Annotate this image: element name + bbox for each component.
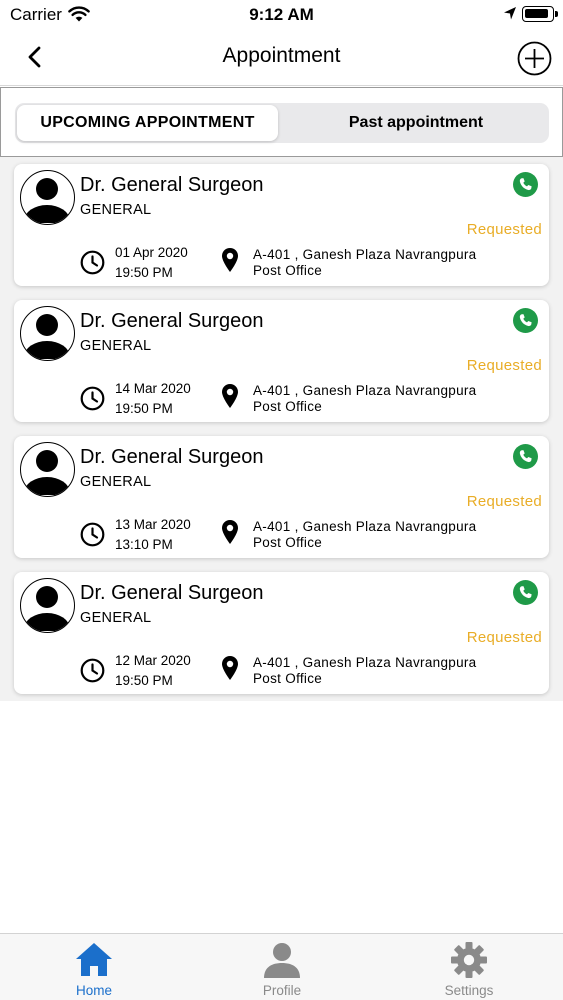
appointment-card[interactable]: Dr. General Surgeon GENERAL Requested 13… bbox=[14, 436, 549, 558]
tab-label: Settings bbox=[444, 983, 494, 998]
doctor-avatar bbox=[20, 442, 75, 497]
tab-profile[interactable]: Profile bbox=[188, 934, 376, 1000]
doctor-avatar bbox=[20, 578, 75, 633]
phone-icon bbox=[519, 178, 532, 191]
appointment-date: 14 Mar 2020 bbox=[115, 381, 191, 396]
call-button[interactable] bbox=[513, 580, 538, 605]
address-line-2: Post Office bbox=[253, 671, 323, 686]
person-icon bbox=[24, 450, 70, 496]
location-pin-icon bbox=[222, 384, 238, 408]
clock-icon bbox=[80, 250, 105, 275]
appointment-date: 12 Mar 2020 bbox=[115, 653, 191, 668]
segment-container: UPCOMING APPOINTMENT Past appointment bbox=[0, 87, 563, 157]
tab-label: Home bbox=[75, 983, 112, 998]
clock-time: 9:12 AM bbox=[249, 5, 314, 24]
doctor-specialty: GENERAL bbox=[80, 610, 152, 626]
call-button[interactable] bbox=[513, 308, 538, 333]
appointment-card[interactable]: Dr. General Surgeon GENERAL Requested 12… bbox=[14, 572, 549, 694]
address-line-2: Post Office bbox=[253, 399, 323, 414]
tab-label: Profile bbox=[262, 983, 302, 998]
tab-past-appointment[interactable]: Past appointment bbox=[285, 105, 547, 141]
doctor-specialty: GENERAL bbox=[80, 338, 152, 354]
doctor-avatar bbox=[20, 306, 75, 361]
appointment-time: 13:10 PM bbox=[115, 537, 173, 552]
appointment-card[interactable]: Dr. General Surgeon GENERAL Requested 01… bbox=[14, 164, 549, 286]
doctor-name: Dr. General Surgeon bbox=[80, 582, 264, 604]
phone-icon bbox=[519, 450, 532, 463]
person-icon bbox=[24, 178, 70, 224]
doctor-specialty: GENERAL bbox=[80, 202, 152, 218]
address-line-1: A-401 , Ganesh Plaza Navrangpura bbox=[253, 655, 477, 670]
person-icon bbox=[264, 943, 300, 978]
home-icon bbox=[76, 943, 112, 976]
address-line-2: Post Office bbox=[253, 535, 323, 550]
appointment-time: 19:50 PM bbox=[115, 401, 173, 416]
gear-icon bbox=[451, 942, 487, 978]
address-line-2: Post Office bbox=[253, 263, 323, 278]
clock-icon bbox=[80, 658, 105, 683]
phone-icon bbox=[519, 314, 532, 327]
battery-icon bbox=[522, 6, 558, 22]
clock-icon bbox=[80, 522, 105, 547]
doctor-name: Dr. General Surgeon bbox=[80, 174, 264, 196]
appointment-time: 19:50 PM bbox=[115, 673, 173, 688]
location-pin-icon bbox=[222, 656, 238, 680]
location-pin-icon bbox=[222, 520, 238, 544]
appointment-segmented-control: UPCOMING APPOINTMENT Past appointment bbox=[15, 103, 549, 143]
tab-home[interactable]: Home bbox=[0, 934, 188, 1000]
bottom-tab-bar: Home Profile Settings bbox=[0, 933, 563, 1000]
address-line-1: A-401 , Ganesh Plaza Navrangpura bbox=[253, 247, 477, 262]
person-icon bbox=[24, 586, 70, 632]
status-bar: Carrier 9:12 AM bbox=[0, 0, 563, 28]
appointment-date: 01 Apr 2020 bbox=[115, 245, 188, 260]
status-label: Requested bbox=[466, 357, 542, 374]
phone-icon bbox=[519, 586, 532, 599]
appointment-card[interactable]: Dr. General Surgeon GENERAL Requested 14… bbox=[14, 300, 549, 422]
appointment-list: Dr. General Surgeon GENERAL Requested 01… bbox=[0, 157, 563, 701]
address-line-1: A-401 , Ganesh Plaza Navrangpura bbox=[253, 519, 477, 534]
appointment-time: 19:50 PM bbox=[115, 265, 173, 280]
location-pin-icon bbox=[222, 248, 238, 272]
tab-upcoming-appointment[interactable]: UPCOMING APPOINTMENT bbox=[17, 105, 278, 141]
status-label: Requested bbox=[466, 629, 542, 646]
tab-settings[interactable]: Settings bbox=[375, 934, 563, 1000]
clock-icon bbox=[80, 386, 105, 411]
doctor-avatar bbox=[20, 170, 75, 225]
call-button[interactable] bbox=[513, 444, 538, 469]
doctor-name: Dr. General Surgeon bbox=[80, 446, 264, 468]
location-arrow-icon bbox=[504, 7, 516, 20]
person-icon bbox=[24, 314, 70, 360]
navigation-bar: Appointment bbox=[0, 28, 563, 86]
doctor-specialty: GENERAL bbox=[80, 474, 152, 490]
appointment-date: 13 Mar 2020 bbox=[115, 517, 191, 532]
page-title: Appointment bbox=[222, 44, 341, 67]
add-appointment-icon[interactable] bbox=[517, 41, 552, 76]
doctor-name: Dr. General Surgeon bbox=[80, 310, 264, 332]
status-label: Requested bbox=[466, 221, 542, 238]
status-label: Requested bbox=[466, 493, 542, 510]
address-line-1: A-401 , Ganesh Plaza Navrangpura bbox=[253, 383, 477, 398]
call-button[interactable] bbox=[513, 172, 538, 197]
